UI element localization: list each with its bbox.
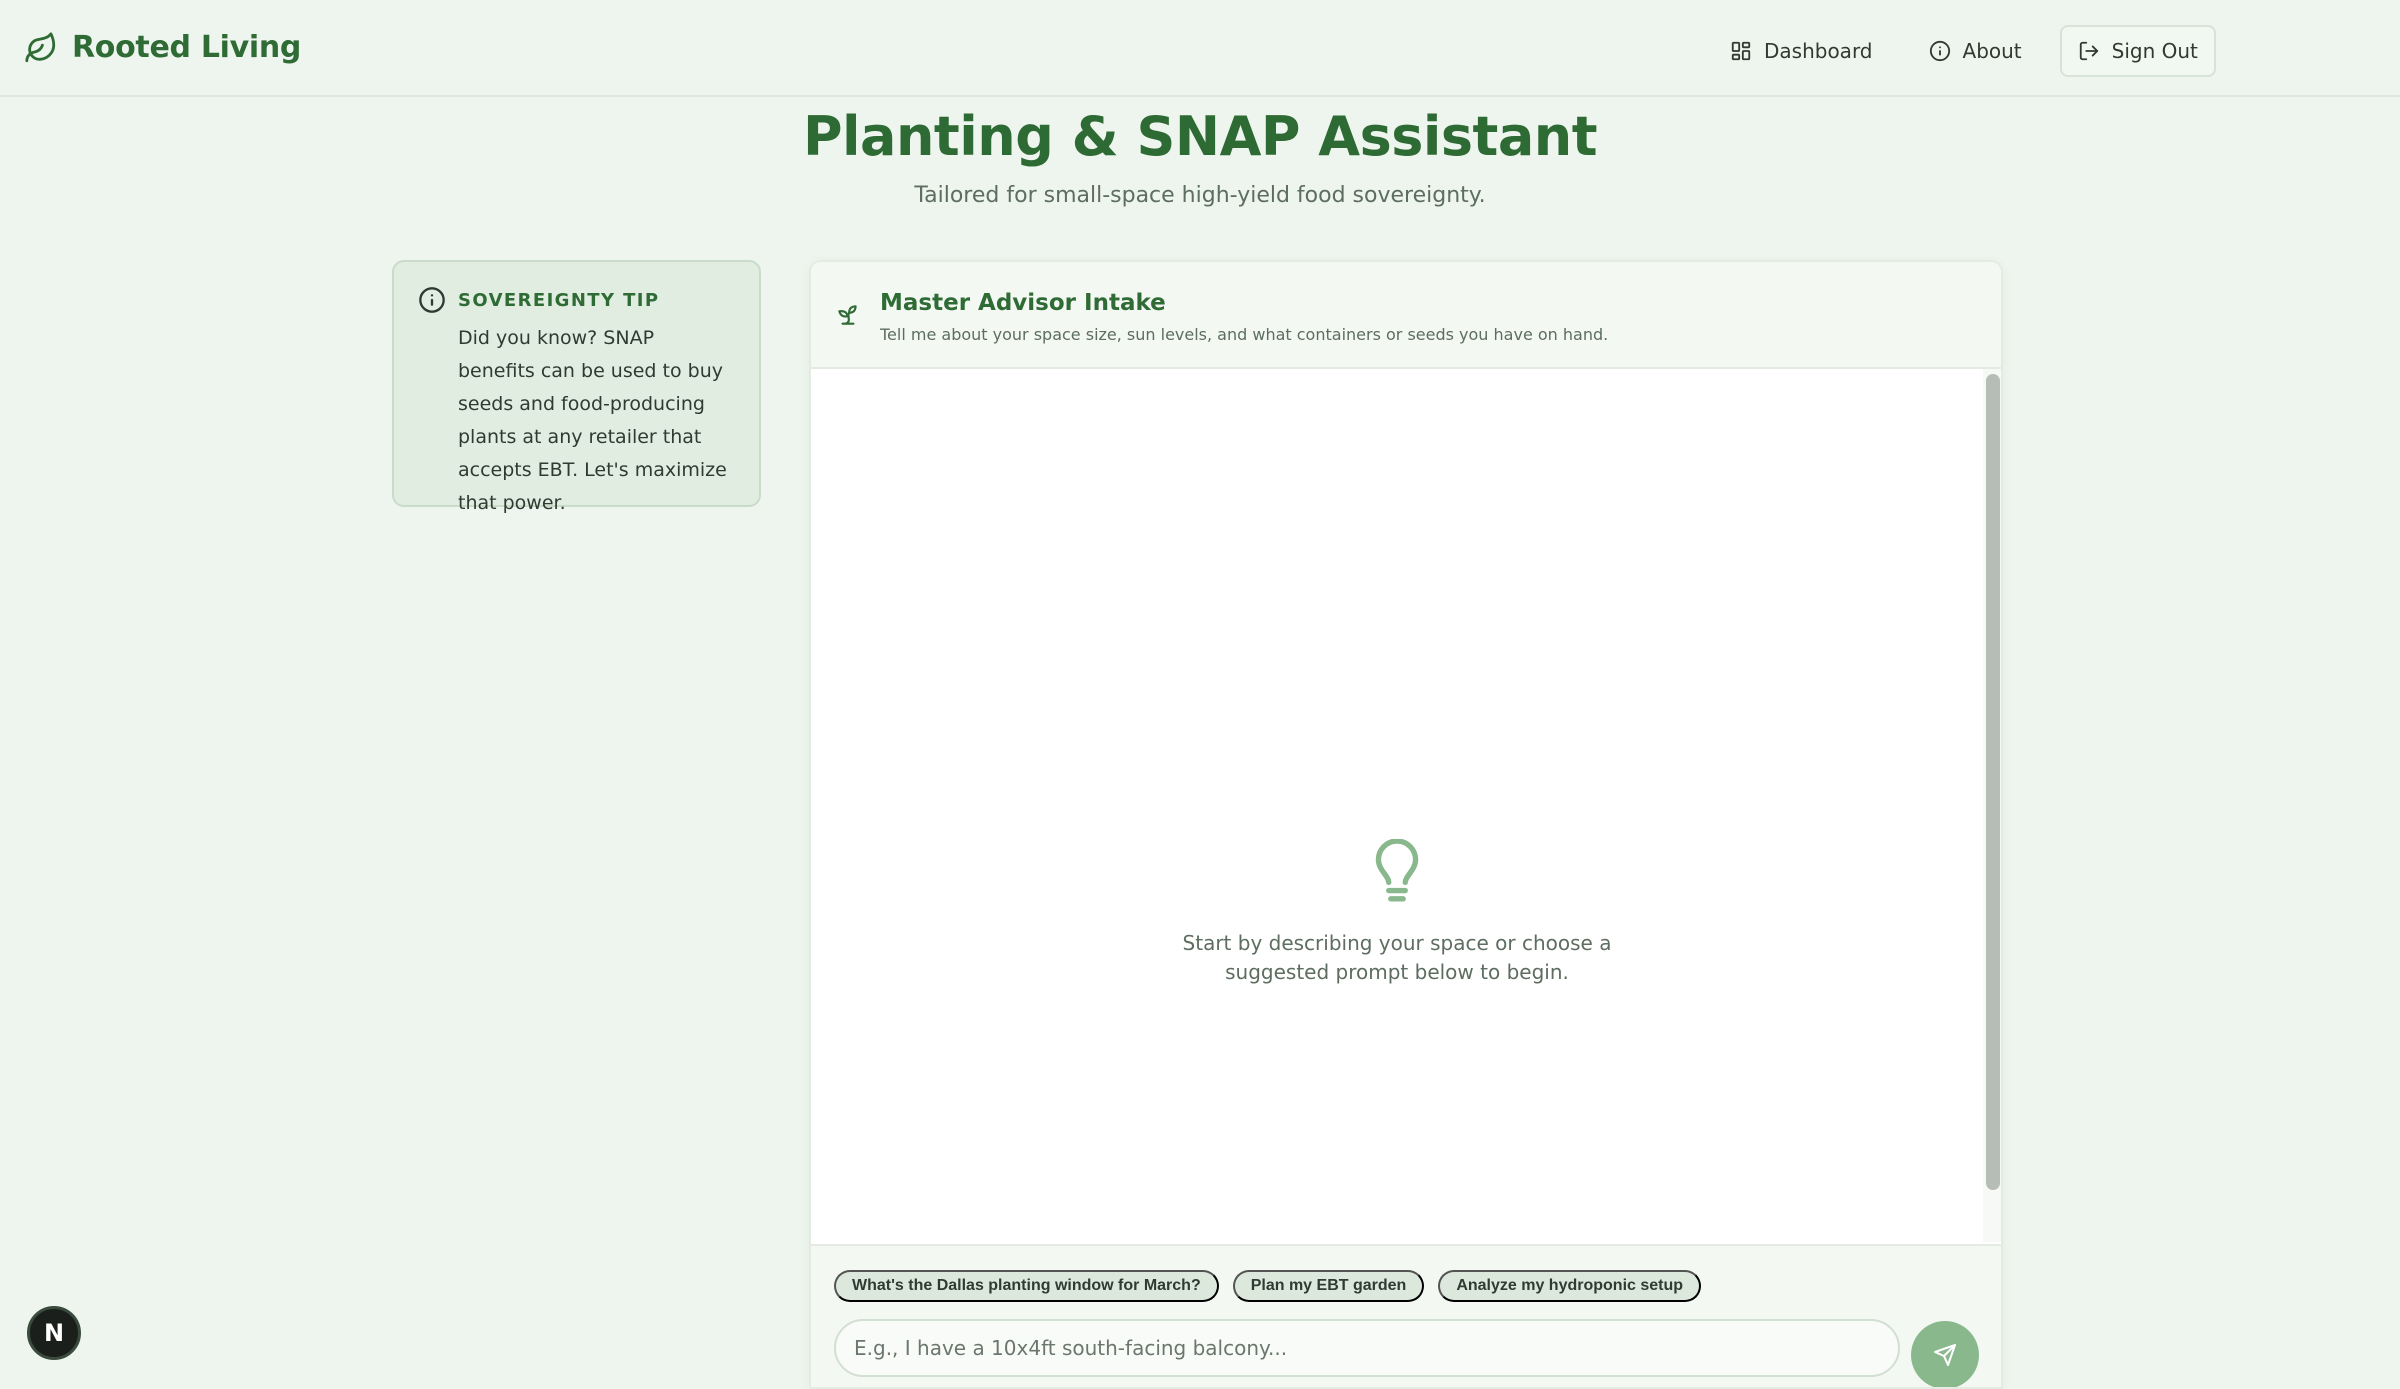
suggestion-chip[interactable]: What's the Dallas planting window for Ma… (834, 1270, 1219, 1302)
message-area[interactable]: Start by describing your space or choose… (811, 369, 1983, 1242)
dev-tools-badge[interactable]: N (27, 1306, 81, 1360)
chat-header: Master Advisor Intake Tell me about your… (811, 262, 2001, 369)
nav-about-label: About (1962, 39, 2022, 63)
nav-dashboard[interactable]: Dashboard (1712, 25, 1891, 77)
info-icon (419, 287, 445, 313)
dashboard-grid-icon (1731, 41, 1751, 61)
chat-input-area: What's the Dallas planting window for Ma… (811, 1244, 2001, 1387)
log-out-icon (2079, 41, 2098, 61)
suggestion-chip[interactable]: Analyze my hydroponic setup (1438, 1270, 1702, 1302)
nav-dashboard-label: Dashboard (1764, 39, 1873, 63)
tip-body: Did you know? SNAP benefits can be used … (458, 327, 727, 514)
brand-logo[interactable]: Rooted Living (24, 30, 301, 65)
tip-title: SOVEREIGNTY TIP (458, 289, 660, 311)
page-title: Planting & SNAP Assistant (802, 105, 1598, 168)
empty-state: Start by describing your space or choose… (811, 838, 1983, 987)
message-input[interactable] (834, 1319, 1900, 1377)
sovereignty-tip-card: SOVEREIGNTY TIP Did you know? SNAP benef… (392, 260, 761, 514)
send-icon (1934, 1344, 1956, 1366)
suggestion-chip[interactable]: Plan my EBT garden (1232, 1270, 1425, 1302)
top-navbar: Rooted Living Dashboard About Sign Out (0, 3, 2400, 97)
sign-out-label: Sign Out (2111, 39, 2198, 63)
lightbulb-icon (1375, 838, 1419, 902)
empty-state-text: Start by describing your space or choose… (1182, 931, 1612, 984)
send-button[interactable] (1911, 1321, 1979, 1387)
leaf-icon (25, 31, 56, 62)
info-icon (1929, 40, 1950, 62)
sprout-icon (838, 305, 857, 325)
chat-panel: Master Advisor Intake Tell me about your… (809, 260, 2003, 1389)
suggestion-chips: What's the Dallas planting window for Ma… (834, 1270, 1702, 1302)
nav-about[interactable]: About (1911, 25, 2040, 77)
sign-out-button[interactable]: Sign Out (2059, 25, 2216, 77)
brand-name: Rooted Living (72, 30, 302, 65)
chat-subtitle: Tell me about your space size, sun level… (880, 325, 1609, 344)
scrollbar-thumb[interactable] (1986, 374, 2000, 1190)
main-nav: Dashboard About Sign Out (1712, 25, 2216, 77)
page-subtitle: Tailored for small-space high-yield food… (914, 183, 1486, 208)
chat-title: Master Advisor Intake (880, 290, 1166, 316)
